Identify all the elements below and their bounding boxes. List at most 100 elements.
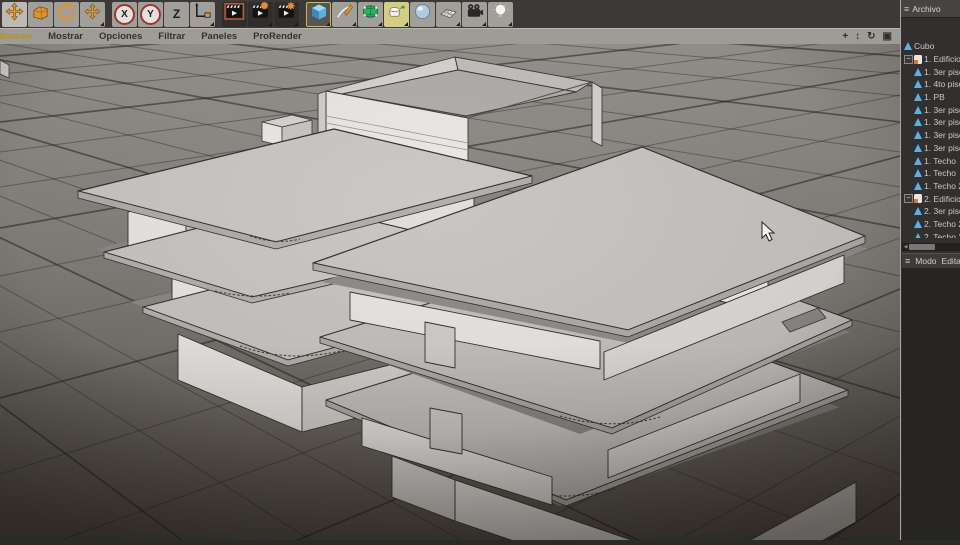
object-item-label: 1. Techo bbox=[924, 156, 956, 166]
rotate-tool-button[interactable] bbox=[54, 2, 79, 27]
popup-corner-icon bbox=[456, 22, 460, 26]
light-button[interactable] bbox=[488, 2, 513, 27]
scrollbar-thumb[interactable] bbox=[909, 244, 935, 250]
object-item[interactable]: − 2. Edificio bbox=[902, 192, 960, 205]
object-item[interactable]: 1. 3er piso bbox=[902, 103, 960, 116]
menu-filtrar[interactable]: Filtrar bbox=[150, 31, 193, 42]
polygon-object-icon bbox=[914, 220, 922, 228]
object-item[interactable]: 1. 4to piso bbox=[902, 78, 960, 91]
null-object-icon bbox=[914, 55, 922, 64]
polygon-object-icon bbox=[914, 207, 922, 215]
object-item-label: Cubo bbox=[914, 41, 934, 51]
z-axis-icon: Z bbox=[173, 7, 180, 21]
viewport-3d[interactable] bbox=[0, 44, 900, 540]
polygon-object-icon bbox=[914, 157, 922, 165]
x-axis-icon: X bbox=[114, 4, 135, 25]
viewport-menubar: Cámaras Mostrar Opciones Filtrar Paneles… bbox=[0, 28, 900, 44]
null-object-icon bbox=[914, 194, 922, 203]
object-item-label: 1. Techo 2 bbox=[924, 181, 960, 191]
lock-z-axis-button[interactable]: Z bbox=[164, 2, 189, 27]
view-controls: + ↕ ↻ ▣ bbox=[842, 31, 900, 42]
object-item-label: 1. PB bbox=[924, 92, 945, 102]
object-item[interactable]: 2. 3er piso bbox=[902, 205, 960, 218]
object-item[interactable]: 2. Techo 2 bbox=[902, 230, 960, 238]
hamburger-icon[interactable]: ≡ bbox=[905, 256, 910, 266]
lock-y-axis-button[interactable]: Y bbox=[138, 2, 163, 27]
menu-paneles[interactable]: Paneles bbox=[193, 31, 245, 42]
rotate-view-icon[interactable]: ↻ bbox=[867, 31, 875, 42]
camera-button[interactable] bbox=[462, 2, 487, 27]
object-item-label: 1. 3er piso bbox=[924, 117, 960, 127]
material-button[interactable] bbox=[410, 2, 435, 27]
floor-button[interactable] bbox=[436, 2, 461, 27]
polygon-object-icon bbox=[914, 68, 922, 76]
menu-prorender[interactable]: ProRender bbox=[245, 31, 310, 42]
scale-tool-button[interactable] bbox=[28, 2, 53, 27]
dolly-view-icon[interactable]: ↕ bbox=[855, 31, 860, 42]
object-item[interactable]: 1. Techo bbox=[902, 167, 960, 180]
main-toolbar: X Y Z bbox=[0, 0, 900, 28]
last-tool-button[interactable] bbox=[80, 2, 105, 27]
subdivision-surface-button[interactable] bbox=[358, 2, 383, 27]
bottom-shade bbox=[0, 344, 900, 540]
object-manager-header: ≡ Archivo bbox=[901, 0, 960, 18]
coordinate-system-button[interactable] bbox=[190, 2, 215, 27]
object-item[interactable]: Cubo bbox=[902, 40, 960, 53]
object-item[interactable]: 1. PB bbox=[902, 91, 960, 104]
menu-camaras[interactable]: Cámaras bbox=[0, 31, 40, 42]
generator-extrude-button[interactable] bbox=[384, 2, 409, 27]
object-item-label: 2. Edificio bbox=[924, 194, 960, 204]
object-item[interactable]: 1. 3er piso bbox=[902, 142, 960, 155]
popup-corner-icon bbox=[210, 22, 214, 26]
toggle-view-icon[interactable]: ▣ bbox=[883, 31, 892, 42]
popup-corner-icon bbox=[294, 22, 298, 26]
move-tool-button[interactable] bbox=[2, 2, 27, 27]
object-item[interactable]: 2. Techo 2 bbox=[902, 218, 960, 231]
render-settings-button[interactable] bbox=[274, 2, 299, 27]
pen-tool-button[interactable] bbox=[332, 2, 357, 27]
add-cube-button[interactable] bbox=[306, 2, 331, 27]
object-item[interactable]: 1. 3er piso bbox=[902, 129, 960, 142]
om-scrollbar[interactable]: ◀ bbox=[902, 243, 960, 251]
polygon-object-icon bbox=[914, 93, 922, 101]
polygon-object-icon bbox=[914, 131, 922, 139]
attribute-manager-body bbox=[902, 268, 960, 540]
popup-corner-icon bbox=[508, 22, 512, 26]
attribute-edit-menu[interactable]: Editar bbox=[942, 256, 960, 266]
object-item[interactable]: −1. Edificio bbox=[902, 53, 960, 66]
polygon-object-icon bbox=[914, 118, 922, 126]
object-item-label: 1. 3er piso bbox=[924, 143, 960, 153]
render-view-button[interactable] bbox=[222, 2, 247, 27]
menu-opciones[interactable]: Opciones bbox=[91, 31, 150, 42]
polygon-object-icon bbox=[914, 80, 922, 88]
object-item[interactable]: 1. 3er piso bbox=[902, 65, 960, 78]
expand-toggle-icon[interactable]: − bbox=[904, 55, 913, 64]
object-item[interactable]: 1. 3er piso bbox=[902, 116, 960, 129]
hamburger-icon[interactable]: ≡ bbox=[904, 4, 909, 14]
menu-mostrar[interactable]: Mostrar bbox=[40, 31, 91, 42]
expand-toggle-icon[interactable]: − bbox=[904, 194, 913, 203]
popup-corner-icon bbox=[100, 22, 104, 26]
attribute-mode-menu[interactable]: Modo bbox=[915, 256, 936, 266]
object-item-label: 1. 3er piso bbox=[924, 105, 960, 115]
object-item-label: 2. Techo 2 bbox=[924, 219, 960, 229]
pan-view-icon[interactable]: + bbox=[842, 31, 848, 42]
render-picture-viewer-button[interactable] bbox=[248, 2, 273, 27]
object-item[interactable]: 1. Techo 2 bbox=[902, 180, 960, 193]
rotate-icon bbox=[57, 2, 76, 26]
object-item-label: 1. Techo bbox=[924, 168, 956, 178]
object-item-label: 2. 3er piso bbox=[924, 206, 960, 216]
object-item[interactable]: 1. Techo bbox=[902, 154, 960, 167]
object-manager-panel: ≡ Archivo Cubo−1. Edificio1. 3er piso1. … bbox=[900, 0, 960, 540]
popup-corner-icon bbox=[482, 22, 486, 26]
lock-x-axis-button[interactable]: X bbox=[112, 2, 137, 27]
y-axis-icon: Y bbox=[140, 4, 161, 25]
attribute-manager-header: ≡ Modo Editar bbox=[902, 253, 960, 269]
object-manager-menu-archivo[interactable]: Archivo bbox=[912, 4, 940, 14]
material-sphere-icon bbox=[413, 2, 432, 26]
scroll-left-icon[interactable]: ◀ bbox=[902, 244, 909, 250]
object-list: Cubo−1. Edificio1. 3er piso1. 4to piso1.… bbox=[902, 40, 960, 238]
viewport-canvas bbox=[0, 44, 900, 540]
popup-corner-icon bbox=[326, 22, 330, 26]
object-item-label: 2. Techo 2 bbox=[924, 232, 960, 238]
